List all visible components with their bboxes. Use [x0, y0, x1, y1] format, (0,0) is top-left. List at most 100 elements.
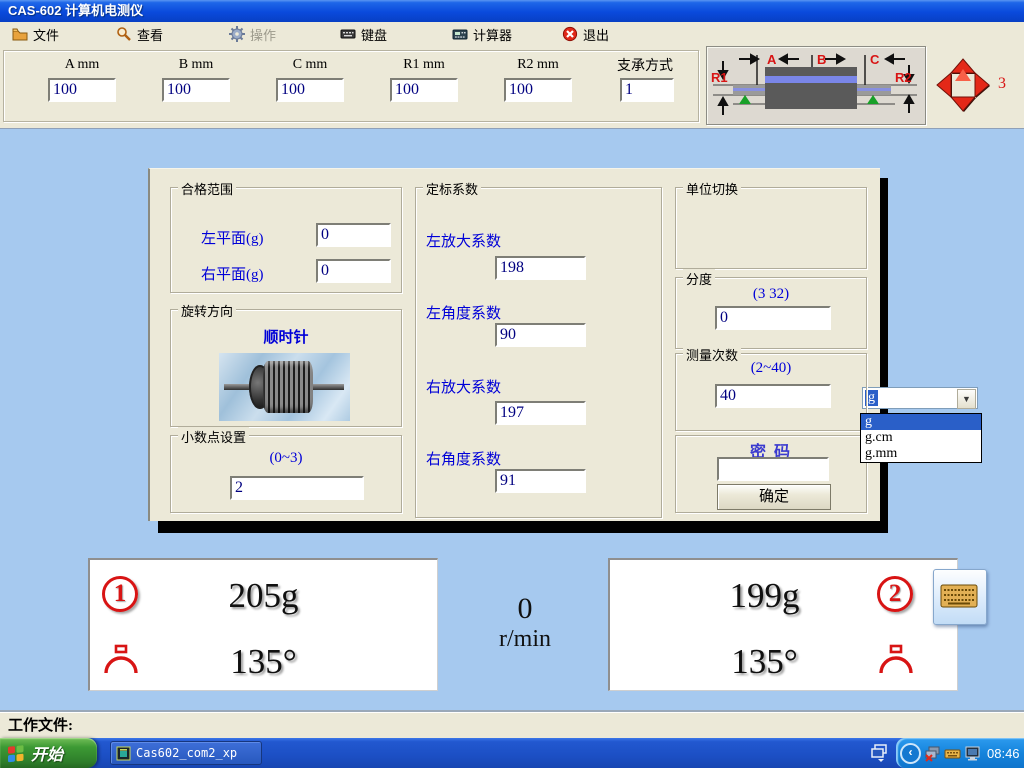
- gear-icon: [229, 26, 245, 42]
- decimal-input[interactable]: [230, 476, 364, 500]
- unit-option-gcm[interactable]: g.cm: [861, 430, 981, 446]
- status-bar: 工作文件:: [0, 712, 1024, 739]
- rotor-diagram-drawing: A B C R1 R2: [707, 47, 923, 122]
- cal-row1-input[interactable]: [495, 323, 586, 347]
- right-plane-label: 右平面(g): [201, 263, 264, 284]
- dialog-shadow-bottom: [158, 520, 888, 533]
- cal-row3-input[interactable]: [495, 469, 586, 493]
- tray-keyboard-icon[interactable]: [944, 745, 961, 762]
- work-file-label: 工作文件:: [0, 718, 73, 734]
- password-ok-button[interactable]: 确定: [717, 484, 831, 510]
- unit-dropdown-list: g g.cm g.mm: [860, 413, 982, 463]
- menu-operate-label: 操作: [250, 25, 276, 44]
- tray-collapse-chevron[interactable]: ‹: [900, 743, 921, 764]
- field-r2-label: R2 mm: [504, 57, 572, 73]
- menu-exit[interactable]: 退出: [558, 24, 613, 44]
- start-button[interactable]: 开始: [0, 738, 97, 768]
- decimal-setting-title: 小数点设置: [178, 427, 249, 446]
- qualified-range-title: 合格范围: [178, 179, 236, 198]
- calibration-title: 定标系数: [423, 179, 481, 198]
- menu-file[interactable]: 文件: [8, 24, 63, 44]
- field-b-input[interactable]: [162, 78, 230, 102]
- speed-readout: 0 r/min: [455, 593, 595, 659]
- rotation-direction-value: 顺时针: [171, 326, 401, 347]
- menu-operate: 操作: [225, 24, 280, 44]
- menu-bar: 文件 查看 操作 键盘 计算器 退出: [0, 22, 1024, 47]
- field-b-label: B mm: [162, 57, 230, 73]
- tray-clock[interactable]: 08:46: [987, 746, 1020, 761]
- tray-monitor-icon[interactable]: [964, 745, 981, 762]
- calculator-icon: [452, 26, 468, 42]
- left-weight-value: 205g: [90, 576, 437, 616]
- rotation-direction-title: 旋转方向: [178, 301, 236, 320]
- settings-dialog: 合格范围 左平面(g) 右平面(g) 旋转方向 顺时针 小数点设置 (0~3) …: [148, 168, 880, 521]
- plane-2-indicator: 2: [877, 576, 913, 612]
- field-c-input[interactable]: [276, 78, 344, 102]
- unit-option-gmm[interactable]: g.mm: [861, 446, 981, 462]
- window-titlebar: CAS-602 计算机电测仪: [0, 0, 1024, 22]
- menu-view[interactable]: 查看: [112, 24, 167, 44]
- diagram-label-r2: R2: [895, 70, 912, 85]
- password-input[interactable]: [717, 457, 829, 481]
- field-r1-input[interactable]: [390, 78, 458, 102]
- groupbox-measure-times: 测量次数 (2~40): [675, 353, 867, 431]
- support-mode-number: 3: [998, 75, 1006, 93]
- diagram-label-a: A: [767, 52, 777, 67]
- menu-calculator[interactable]: 计算器: [448, 24, 516, 44]
- app-icon: [116, 746, 131, 761]
- left-angle-value: 135°: [90, 642, 437, 682]
- unit-option-g[interactable]: g: [861, 414, 981, 430]
- cal-row2-label: 右放大系数: [426, 376, 501, 397]
- window-title: CAS-602 计算机电测仪: [0, 3, 143, 18]
- screen: CAS-602 计算机电测仪 文件 查看 操作 键盘 计算器 退出: [0, 0, 1024, 768]
- groupbox-decimal-setting: 小数点设置 (0~3): [170, 435, 402, 513]
- field-a-input[interactable]: [48, 78, 116, 102]
- toolbar-windows-icon: [871, 743, 891, 763]
- field-support-label: 支承方式: [600, 55, 690, 75]
- unit-combobox[interactable]: g ▼: [862, 387, 978, 409]
- groupbox-calibration: 定标系数 左放大系数 左角度系数 右放大系数 右角度系数: [415, 187, 662, 518]
- unit-switch-title: 单位切换: [683, 179, 741, 198]
- decimal-range-label: (0~3): [171, 450, 401, 467]
- keyboard-button-icon: [934, 570, 984, 622]
- support-mode-compass-icon[interactable]: [935, 57, 991, 113]
- system-tray: ‹ 08:46: [896, 738, 1024, 768]
- groupbox-qualified-range: 合格范围 左平面(g) 右平面(g): [170, 187, 402, 293]
- menu-file-label: 文件: [33, 25, 59, 44]
- rotor-photo: [219, 353, 350, 421]
- right-plane-input[interactable]: [316, 259, 391, 283]
- field-c-label: C mm: [276, 57, 344, 73]
- diagram-label-r1: R1: [711, 70, 728, 85]
- file-icon: [12, 26, 28, 42]
- cal-row3-label: 右角度系数: [426, 448, 501, 469]
- panel-password: 密 码 确定: [675, 435, 867, 513]
- speed-value: 0: [455, 593, 595, 625]
- division-input[interactable]: [715, 306, 831, 330]
- taskbar-task-button[interactable]: Cas602_com2_xp: [110, 741, 262, 765]
- diagram-label-c: C: [870, 52, 880, 67]
- speed-unit: r/min: [455, 625, 595, 653]
- cal-row2-input[interactable]: [495, 401, 586, 425]
- menu-keyboard-label: 键盘: [361, 25, 387, 44]
- keyboard-icon: [340, 26, 356, 42]
- onscreen-keyboard-button[interactable]: [933, 569, 987, 625]
- taskbar-toolbar-handle[interactable]: [868, 741, 894, 765]
- menu-keyboard[interactable]: 键盘: [336, 24, 391, 44]
- measure-times-input[interactable]: [715, 384, 831, 408]
- rotor-dimension-diagram: A B C R1 R2: [706, 46, 926, 125]
- right-plane-readout: 199g 2 135°: [608, 558, 958, 691]
- cal-row0-input[interactable]: [495, 256, 586, 280]
- left-plane-readout: 1 205g 135°: [88, 558, 438, 691]
- field-r2-input[interactable]: [504, 78, 572, 102]
- exit-icon: [562, 26, 578, 42]
- network-offline-icon[interactable]: [924, 745, 941, 762]
- cal-row0-label: 左放大系数: [426, 230, 501, 251]
- search-icon: [116, 26, 132, 42]
- windows-logo-icon: [6, 743, 26, 763]
- field-r1-label: R1 mm: [390, 57, 458, 73]
- combobox-dropdown-arrow-icon[interactable]: ▼: [957, 389, 976, 409]
- field-a-label: A mm: [48, 57, 116, 73]
- menu-calculator-label: 计算器: [473, 25, 512, 44]
- left-plane-input[interactable]: [316, 223, 391, 247]
- field-support-input[interactable]: [620, 78, 674, 102]
